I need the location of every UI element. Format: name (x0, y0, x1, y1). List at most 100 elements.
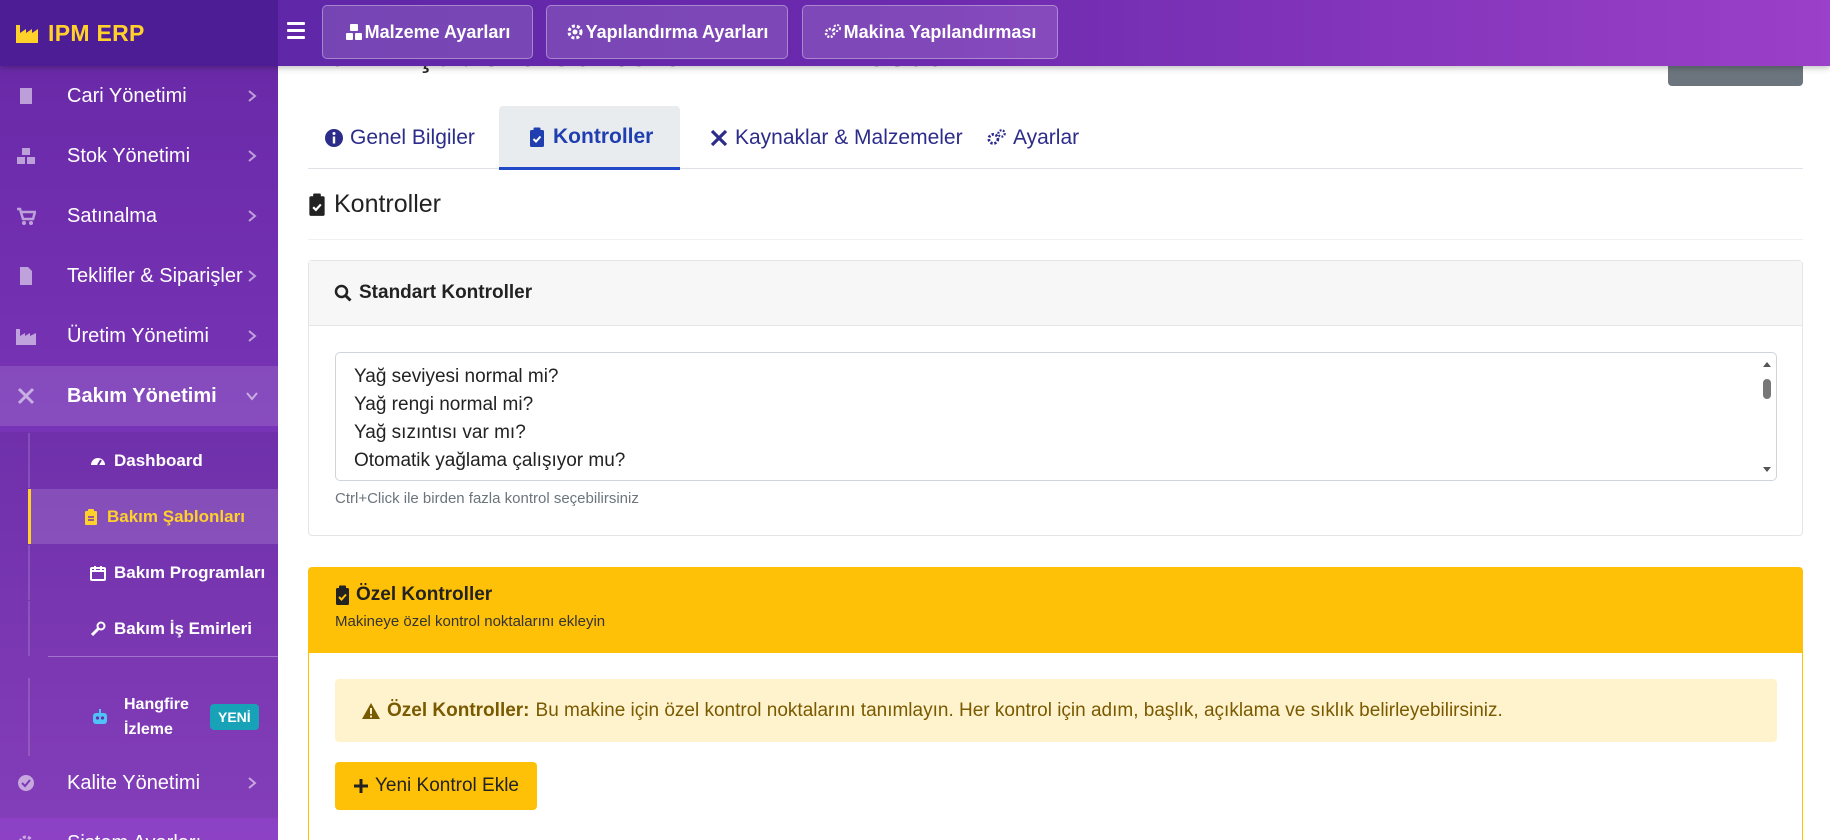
custom-controls-alert: Özel Kontroller: Bu makine için özel kon… (335, 679, 1777, 742)
robot-icon (93, 709, 107, 724)
boxes-icon (17, 148, 35, 164)
gears-icon (824, 24, 841, 39)
clipboard-check-icon (309, 193, 325, 216)
chevron-right-icon (248, 270, 257, 282)
sidebar-item-label: Üretim Yönetimi (67, 324, 209, 347)
submenu-divider (48, 656, 278, 657)
tab-controls[interactable]: Kontroller (499, 106, 680, 170)
tab-label: Ayarlar (1013, 126, 1080, 149)
material-settings-label: Malzeme Ayarları (364, 21, 511, 42)
sidebar-item-stok[interactable]: Stok Yönetimi (0, 126, 278, 186)
chevron-right-icon (248, 150, 257, 162)
gear-icon (567, 24, 583, 40)
menu-icon-bar (287, 29, 305, 32)
sidebar-item-kalite[interactable]: Kalite Yönetimi (0, 753, 278, 813)
standard-controls-select[interactable]: Yağ seviyesi normal mi? Yağ rengi normal… (335, 352, 1777, 481)
top-navbar: IPM ERP Malzeme Ayarları Yapılandırma Ay… (0, 0, 1830, 66)
hangfire-label-line1: Hangfire (124, 696, 189, 713)
clipboard-check-icon (530, 127, 544, 147)
sidebar-item-label: Satınalma (67, 204, 158, 227)
sidebar: Cari Yönetimi Stok Yönetimi Satınalma Te… (0, 66, 278, 840)
sidebar-item-label: Stok Yönetimi (67, 144, 191, 167)
submenu-item-label: Dashboard (114, 450, 203, 470)
search-icon (334, 284, 352, 302)
sidebar-item-bakim[interactable]: Bakım Yönetimi (0, 366, 278, 426)
menu-icon-bar (287, 36, 305, 39)
add-control-button[interactable]: Yeni Kontrol Ekle (335, 762, 537, 810)
control-option[interactable]: Yağ sızıntısı var mı? (354, 419, 1758, 447)
submenu-item-bakim-programlari[interactable]: Bakım Programları (28, 545, 278, 600)
clipboard-check-icon (336, 585, 349, 605)
sidebar-item-sistem[interactable]: Sistem Ayarları (0, 813, 278, 840)
custom-controls-header: Özel Kontroller Makineye özel kontrol no… (309, 568, 1802, 653)
control-option[interactable]: Yağ seviyesi normal mi? (354, 363, 1758, 391)
sidebar-toggle-button[interactable] (287, 22, 305, 42)
check-circle-icon (18, 775, 34, 791)
warning-triangle-icon (362, 702, 380, 719)
chevron-right-icon (248, 210, 257, 222)
submenu-item-bakim-is-emirleri[interactable]: Bakım İş Emirleri (28, 601, 278, 656)
hangfire-label-line2: İzleme (124, 721, 173, 738)
new-badge: YENİ (210, 704, 259, 730)
configuration-settings-button[interactable]: Yapılandırma Ayarları (546, 5, 788, 59)
standard-controls-header: Standart Kontroller (309, 261, 1802, 326)
chevron-down-icon (246, 392, 258, 401)
section-title: Kontroller (334, 190, 441, 218)
chevron-right-icon (248, 777, 257, 789)
submenu-item-hangfire[interactable]: Hangfire İzleme YENİ (28, 678, 278, 756)
cart-icon (17, 207, 36, 225)
sidebar-item-label: Cari Yönetimi (67, 84, 187, 107)
standard-controls-title: Standart Kontroller (359, 282, 533, 303)
plus-icon (353, 779, 368, 793)
gauge-icon (91, 457, 105, 466)
sidebar-item-label: Teklifler & Siparişler (67, 264, 243, 287)
tab-label: Kontroller (553, 124, 654, 148)
sidebar-item-satinalma[interactable]: Satınalma (0, 186, 278, 246)
brand-name: IPM ERP (48, 19, 145, 46)
building-icon (20, 88, 32, 104)
custom-controls-card: Özel Kontroller Makineye özel kontrol no… (308, 567, 1803, 840)
submenu-item-label: Bakım Şablonları (107, 506, 245, 526)
sidebar-item-teklifler[interactable]: Teklifler & Siparişler (0, 246, 278, 306)
tab-settings[interactable]: Ayarlar (979, 106, 1109, 170)
gears-icon (987, 129, 1006, 145)
chevron-right-icon (248, 330, 257, 342)
machine-configuration-button[interactable]: Makina Yapılandırması (802, 5, 1058, 59)
sidebar-item-uretim[interactable]: Üretim Yönetimi (0, 306, 278, 366)
page-title: Bakım Şablonu Güncelle - HERMLE C800 DY (308, 66, 1002, 75)
tab-label: Kaynaklar & Malzemeler (735, 126, 963, 149)
tab-label: Genel Bilgiler (350, 126, 475, 149)
submenu-item-label: Bakım Programları (114, 562, 266, 582)
submenu-item-dashboard[interactable]: Dashboard (28, 433, 278, 488)
tab-general-info[interactable]: Genel Bilgiler (316, 106, 500, 170)
submenu-item-bakim-sablonlari[interactable]: Bakım Şablonları (28, 489, 278, 544)
custom-controls-title: Özel Kontroller (356, 584, 493, 605)
configuration-settings-label: Yapılandırma Ayarları (585, 21, 769, 42)
material-settings-button[interactable]: Malzeme Ayarları (322, 5, 533, 59)
sidebar-item-cari[interactable]: Cari Yönetimi (0, 66, 278, 126)
control-option[interactable]: Yağ rengi normal mi? (354, 391, 1758, 419)
alert-bold-label: Özel Kontroller: (387, 699, 530, 721)
machine-configuration-label: Makina Yapılandırması (843, 21, 1037, 42)
back-button[interactable] (1668, 66, 1803, 86)
clipboard-icon (85, 508, 97, 525)
control-option[interactable]: Otomatik yağlama çalışıyor mu? (354, 447, 1758, 475)
tools-icon (710, 129, 728, 147)
brand[interactable]: IPM ERP (0, 0, 278, 66)
main-content: Bakım Şablonu Güncelle - HERMLE C800 DY … (278, 66, 1830, 840)
menu-icon-bar (287, 22, 305, 25)
tab-bar: Genel Bilgiler Kontroller Kaynaklar & Ma… (308, 106, 1803, 170)
tab-resources-materials[interactable]: Kaynaklar & Malzemeler (701, 106, 971, 170)
cog-icon (19, 835, 33, 840)
info-circle-icon (325, 129, 343, 147)
industry-icon (16, 25, 38, 43)
listbox-scrollbar[interactable] (1760, 357, 1774, 477)
alert-text: Bu makine için özel kontrol noktalarını … (535, 699, 1503, 721)
sidebar-item-label: Kalite Yönetimi (67, 771, 201, 794)
section-divider (308, 239, 1803, 240)
cubes-icon (345, 24, 362, 40)
sidebar-item-label: Sistem Ayarları (67, 832, 201, 840)
sidebar-item-label: Bakım Yönetimi (67, 384, 217, 407)
multi-select-help-text: Ctrl+Click ile birden fazla kontrol seçe… (335, 490, 639, 507)
tools-icon (17, 387, 35, 405)
